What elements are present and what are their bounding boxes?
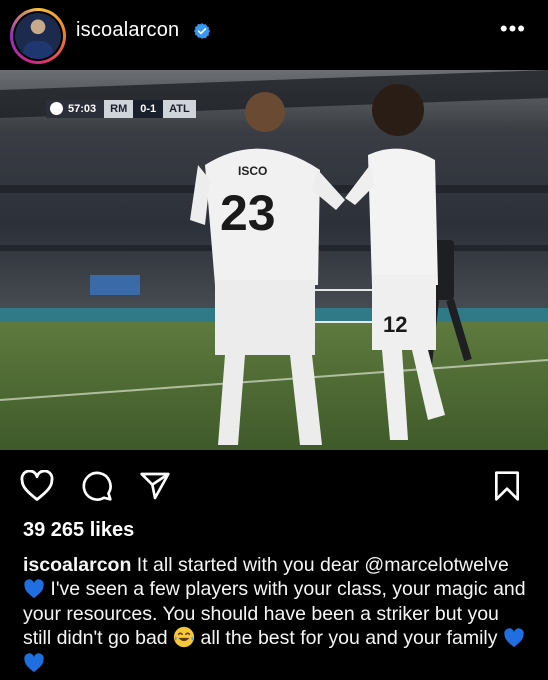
caption-mention[interactable]: @marcelotwelve <box>364 554 508 576</box>
match-scoreboard: 57:03 RM 0-1 ATL <box>46 100 196 118</box>
post-caption: iscoalarcon It all started with you dear… <box>23 553 528 675</box>
heart-icon[interactable] <box>20 470 54 502</box>
caption-text-1: It all started with you dear <box>131 554 365 576</box>
comment-icon[interactable] <box>80 470 114 502</box>
post-actions <box>0 460 548 510</box>
home-team: RM <box>104 100 134 118</box>
avatar[interactable] <box>10 8 66 64</box>
away-team: ATL <box>163 100 196 118</box>
match-time: 57:03 <box>68 103 97 115</box>
post-username[interactable]: iscoalarcon <box>76 19 179 42</box>
verified-badge-icon <box>193 23 211 39</box>
jersey-name: ISCO <box>238 164 267 178</box>
jersey-number-left: 23 <box>220 185 276 241</box>
avatar-image <box>15 13 61 59</box>
likes-count[interactable]: 39 265 likes <box>23 519 134 542</box>
stadium-photo: ISCO 23 12 <box>0 70 548 450</box>
champions-league-ball-icon <box>50 102 63 115</box>
caption-text-3: all the best for you and your family <box>195 627 503 650</box>
match-score: 0-1 <box>133 100 164 118</box>
blue-heart-emoji <box>504 628 524 648</box>
jersey-number-right: 12 <box>383 312 407 337</box>
more-options-button[interactable]: ••• <box>500 18 526 40</box>
caption-username[interactable]: iscoalarcon <box>23 554 131 576</box>
post-header: iscoalarcon ••• <box>0 0 548 70</box>
post-photo[interactable]: ISCO 23 12 <box>0 70 548 450</box>
send-icon[interactable] <box>138 470 172 502</box>
blue-heart-emoji <box>24 579 44 599</box>
tears-of-joy-emoji <box>173 627 195 648</box>
bookmark-icon[interactable] <box>492 470 522 502</box>
blue-heart-emoji <box>24 652 44 672</box>
